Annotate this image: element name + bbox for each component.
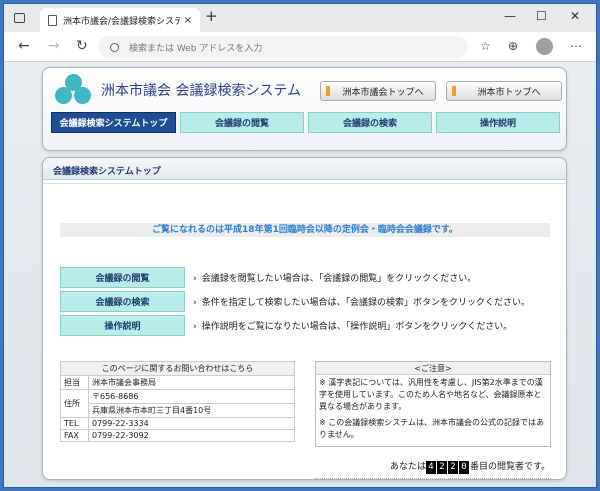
tab-close-icon[interactable]: × [184, 15, 192, 26]
nav-system-top[interactable]: 会議録検索システムトップ [51, 112, 176, 133]
window-menu-icon[interactable] [14, 13, 25, 23]
close-window-button[interactable]: ✕ [570, 9, 580, 23]
nav-search[interactable]: 会議録の検索 [308, 112, 432, 133]
more-menu-icon[interactable]: ⋯ [570, 39, 582, 53]
tab-title: 洲本市議会/会議録検索システム [63, 16, 180, 27]
new-tab-button[interactable]: + [205, 7, 218, 25]
address-placeholder: 検索または Web アドレスを入力 [129, 43, 263, 54]
page-icon [48, 14, 57, 26]
favorite-icon[interactable]: ☆ [480, 39, 491, 53]
site-header: 洲本市議会 会議録検索システム 洲本市議会トップへ 洲本市トップへ 会議録検索シ… [42, 67, 567, 151]
site-title: 洲本市議会 会議録検索システム [101, 83, 302, 99]
page-title: 会議録検索システムトップ [43, 158, 566, 180]
minimize-button[interactable]: — [504, 9, 516, 23]
browser-window: 洲本市議会/会議録検索システム × + — ☐ ✕ ← → ↻ 検索または We… [3, 3, 597, 488]
caution-caption: <ご注意> [316, 362, 550, 375]
table-row: 兵庫県洲本市本町三丁目4番10号 [61, 403, 295, 418]
search-icon [110, 42, 119, 52]
browse-description: › 会議録を閲覧したい場合は、「会議録の閲覧」をクリックください。 [193, 274, 477, 284]
table-row: 住所 〒656-8686 [60, 389, 295, 418]
contact-caption: このページに関するお問い合わせはこちら [60, 361, 295, 376]
period-notice: ご覧になれるのは平成18年第1回臨時会以降の定例会・臨時会会議録です。 [60, 223, 550, 237]
refresh-icon[interactable]: ↻ [76, 38, 88, 54]
contact-table: このページに関するお問い合わせはこちら 担当 洲本市議会事務局 住所 〒656-86… [60, 361, 295, 442]
visitor-counter: あなたは 4 2 2 0 番目の閲覧者です。 [390, 461, 551, 474]
help-button[interactable]: 操作説明 [60, 315, 185, 336]
back-icon[interactable]: ← [18, 38, 30, 54]
page-viewport: 洲本市議会 会議録検索システム 洲本市議会トップへ 洲本市トップへ 会議録検索シ… [4, 62, 596, 487]
profile-avatar[interactable] [536, 38, 553, 55]
nav-help[interactable]: 操作説明 [436, 112, 560, 133]
toolbar: ← → ↻ 検索または Web アドレスを入力 ☆ ⊕ ⋯ [4, 32, 596, 62]
caution-text-2: ※ この会議録検索システムは、洲本市議会の公式の記録ではありません。 [319, 418, 545, 439]
maximize-button[interactable]: ☐ [536, 9, 547, 23]
forward-icon[interactable]: → [48, 38, 60, 54]
divider [315, 478, 551, 479]
table-row: TEL 0799-22-3334 [60, 417, 295, 430]
browser-tab[interactable]: 洲本市議会/会議録検索システム × [40, 8, 200, 32]
counter-digits: 4220 [426, 461, 470, 474]
collections-icon[interactable]: ⊕ [508, 39, 518, 53]
logo-icon [55, 74, 91, 104]
council-top-button[interactable]: 洲本市議会トップへ [320, 81, 436, 101]
nav-browse[interactable]: 会議録の閲覧 [180, 112, 304, 133]
search-description: › 条件を指定して検索したい場合は、「会議録の検索」ボタンをクリックください。 [193, 298, 530, 308]
table-row: 担当 洲本市議会事務局 [60, 375, 295, 390]
help-description: › 操作説明をご覧になりたい場合は、「操作説明」ボタンをクリックください。 [193, 322, 513, 332]
city-top-button[interactable]: 洲本市トップへ [446, 81, 562, 101]
address-bar[interactable]: 検索または Web アドレスを入力 [98, 36, 468, 58]
browse-button[interactable]: 会議録の閲覧 [60, 267, 185, 288]
content-area: ご覧になれるのは平成18年第1回臨時会以降の定例会・臨時会会議録です。 会議録の… [43, 183, 566, 479]
main-panel: 会議録検索システムトップ ご覧になれるのは平成18年第1回臨時会以降の定例会・臨… [42, 157, 567, 480]
caution-text-1: ※ 漢字表記については、汎用性を考慮し、JIS第2水準までの漢字を使用しています… [319, 378, 543, 411]
tab-bar: 洲本市議会/会議録検索システム × + — ☐ ✕ [4, 4, 596, 32]
table-row: FAX 0799-22-3092 [60, 429, 295, 442]
caution-box: <ご注意> ※ 漢字表記については、汎用性を考慮し、JIS第2水準までの漢字を使… [315, 361, 551, 447]
search-button[interactable]: 会議録の検索 [60, 291, 185, 312]
